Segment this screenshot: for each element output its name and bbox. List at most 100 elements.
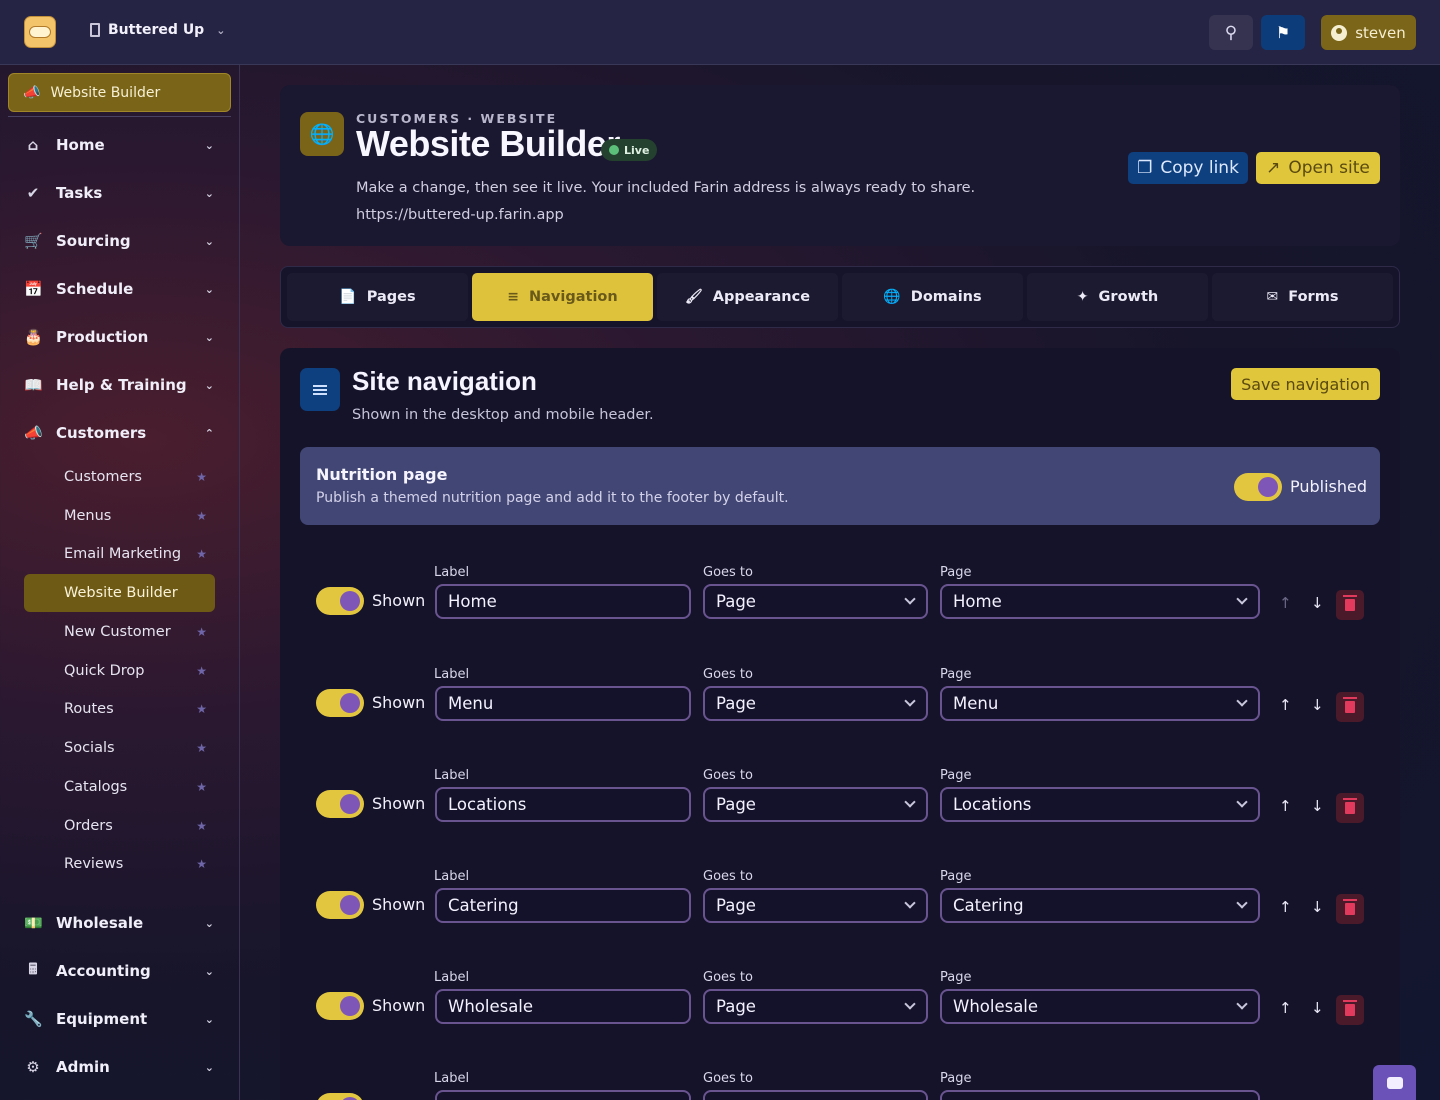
move-up-icon[interactable]: ↑ — [1279, 594, 1292, 612]
sidebar-item-help-training[interactable]: 📖 Help & Training ⌄ — [24, 373, 214, 397]
page-select[interactable] — [940, 1090, 1260, 1100]
page-select[interactable]: Home — [940, 584, 1260, 619]
sidebar-subitem-label: Routes — [64, 701, 114, 717]
label-input[interactable] — [435, 1090, 691, 1100]
sidebar-subitem-socials[interactable]: Socials ★ — [24, 729, 215, 767]
tab-domains[interactable]: 🌐 Domains — [842, 273, 1023, 321]
sidebar-subitem-email-marketing[interactable]: Email Marketing ★ — [24, 535, 215, 573]
goes-to-select[interactable]: Page — [703, 686, 928, 721]
calculator-icon: 🖩 — [28, 959, 38, 978]
sidebar-item-tasks[interactable]: ✔ Tasks ⌄ — [24, 181, 214, 205]
star-icon[interactable]: ★ — [196, 857, 207, 871]
tab-pages[interactable]: 📄 Pages — [287, 273, 468, 321]
star-icon[interactable]: ★ — [196, 780, 207, 794]
goes-to-select[interactable]: Page — [703, 787, 928, 822]
delete-button[interactable] — [1336, 894, 1364, 924]
label-input[interactable]: Locations — [435, 787, 691, 822]
brand-logo[interactable] — [24, 16, 56, 48]
delete-button[interactable] — [1336, 995, 1364, 1025]
search-button[interactable]: ⚲ — [1209, 15, 1253, 50]
site-url[interactable]: https://buttered-up.farin.app — [356, 207, 564, 223]
chevron-down-icon — [1236, 796, 1248, 808]
sidebar-item-sourcing[interactable]: 🛒 Sourcing ⌄ — [24, 229, 214, 253]
move-down-icon[interactable]: ↓ — [1311, 898, 1324, 916]
label-input[interactable]: Home — [435, 584, 691, 619]
shown-toggle[interactable] — [316, 689, 364, 717]
sidebar-item-production[interactable]: 🎂 Production ⌄ — [24, 325, 214, 349]
sidebar-item-wholesale[interactable]: 💵 Wholesale ⌄ — [24, 911, 214, 935]
sidebar-subitem-quick-drop[interactable]: Quick Drop ★ — [24, 652, 215, 690]
goes-to-select[interactable]: Page — [703, 584, 928, 619]
goes-to-select[interactable]: Page — [703, 989, 928, 1024]
move-down-icon[interactable]: ↓ — [1311, 696, 1324, 714]
tab-growth[interactable]: ✦ Growth — [1027, 273, 1208, 321]
tab-forms[interactable]: ✉ Forms — [1212, 273, 1393, 321]
user-menu-button[interactable]: steven — [1321, 15, 1416, 50]
sidebar-subitem-website-builder[interactable]: Website Builder — [24, 574, 215, 612]
label-input[interactable]: Menu — [435, 686, 691, 721]
move-down-icon[interactable]: ↓ — [1311, 594, 1324, 612]
copy-link-label: Copy link — [1160, 158, 1239, 178]
sidebar-subitem-menus[interactable]: Menus ★ — [24, 497, 215, 535]
org-switcher[interactable]: Buttered Up ⌄ — [90, 22, 225, 38]
chat-button[interactable] — [1373, 1065, 1416, 1100]
nutrition-title: Nutrition page — [316, 465, 448, 484]
sidebar-subitem-catalogs[interactable]: Catalogs ★ — [24, 768, 215, 806]
move-up-icon[interactable]: ↑ — [1279, 696, 1292, 714]
page-select[interactable]: Menu — [940, 686, 1260, 721]
sidebar-item-home[interactable]: ⌂ Home ⌄ — [24, 133, 214, 157]
envelope-icon: ✉ — [1266, 289, 1279, 305]
label-input[interactable]: Catering — [435, 888, 691, 923]
sidebar-item-schedule[interactable]: 📅 Schedule ⌄ — [24, 277, 214, 301]
page-select[interactable]: Catering — [940, 888, 1260, 923]
status-badge-label: Live — [624, 143, 650, 157]
star-icon[interactable]: ★ — [196, 819, 207, 833]
goes-to-value: Page — [716, 592, 756, 611]
sidebar-subitem-routes[interactable]: Routes ★ — [24, 690, 215, 728]
sidebar-subitem-new-customer[interactable]: New Customer ★ — [24, 613, 215, 651]
shown-toggle[interactable] — [316, 992, 364, 1020]
sidebar-item-equipment[interactable]: 🔧 Equipment ⌄ — [24, 1007, 214, 1031]
tab-appearance[interactable]: 🖌 Appearance — [657, 273, 838, 321]
shown-toggle[interactable] — [316, 1093, 364, 1100]
globe-icon: 🌐 — [883, 289, 901, 305]
open-site-button[interactable]: ↗ Open site — [1256, 152, 1380, 184]
shown-toggle[interactable] — [316, 587, 364, 615]
shown-toggle[interactable] — [316, 891, 364, 919]
star-icon[interactable]: ★ — [196, 547, 207, 561]
delete-button[interactable] — [1336, 692, 1364, 722]
star-icon[interactable]: ★ — [196, 664, 207, 678]
star-icon[interactable]: ★ — [196, 741, 207, 755]
sidebar-subitem-reviews[interactable]: Reviews ★ — [24, 845, 215, 883]
page-select[interactable]: Locations — [940, 787, 1260, 822]
label-input[interactable]: Wholesale — [435, 989, 691, 1024]
shown-toggle[interactable] — [316, 790, 364, 818]
star-icon[interactable]: ★ — [196, 470, 207, 484]
chevron-down-icon: ⌄ — [204, 1060, 214, 1074]
move-up-icon[interactable]: ↑ — [1279, 898, 1292, 916]
save-navigation-button[interactable]: Save navigation — [1231, 368, 1380, 400]
copy-link-button[interactable]: ❐ Copy link — [1128, 152, 1248, 184]
move-up-icon[interactable]: ↑ — [1279, 999, 1292, 1017]
star-icon[interactable]: ★ — [196, 509, 207, 523]
published-toggle[interactable] — [1234, 473, 1282, 501]
sidebar-item-accounting[interactable]: 🖩 Accounting ⌄ — [24, 959, 214, 983]
star-icon[interactable]: ★ — [196, 625, 207, 639]
goes-to-select[interactable] — [703, 1090, 928, 1100]
home-icon: ⌂ — [27, 136, 39, 154]
move-up-icon[interactable]: ↑ — [1279, 797, 1292, 815]
sidebar-item-customers[interactable]: 📣 Customers ⌃ — [24, 421, 214, 445]
delete-button[interactable] — [1336, 793, 1364, 823]
page-select[interactable]: Wholesale — [940, 989, 1260, 1024]
sidebar-subitem-customers[interactable]: Customers ★ — [24, 458, 215, 496]
sidebar-current-page[interactable]: 📣 Website Builder — [8, 73, 231, 112]
goes-to-select[interactable]: Page — [703, 888, 928, 923]
move-down-icon[interactable]: ↓ — [1311, 797, 1324, 815]
star-icon[interactable]: ★ — [196, 702, 207, 716]
sidebar-item-admin[interactable]: ⚙ Admin ⌄ — [24, 1055, 214, 1079]
flag-button[interactable]: ⚑ — [1261, 15, 1305, 50]
sidebar-subitem-orders[interactable]: Orders ★ — [24, 807, 215, 845]
delete-button[interactable] — [1336, 590, 1364, 620]
tab-navigation[interactable]: ≡ Navigation — [472, 273, 653, 321]
move-down-icon[interactable]: ↓ — [1311, 999, 1324, 1017]
